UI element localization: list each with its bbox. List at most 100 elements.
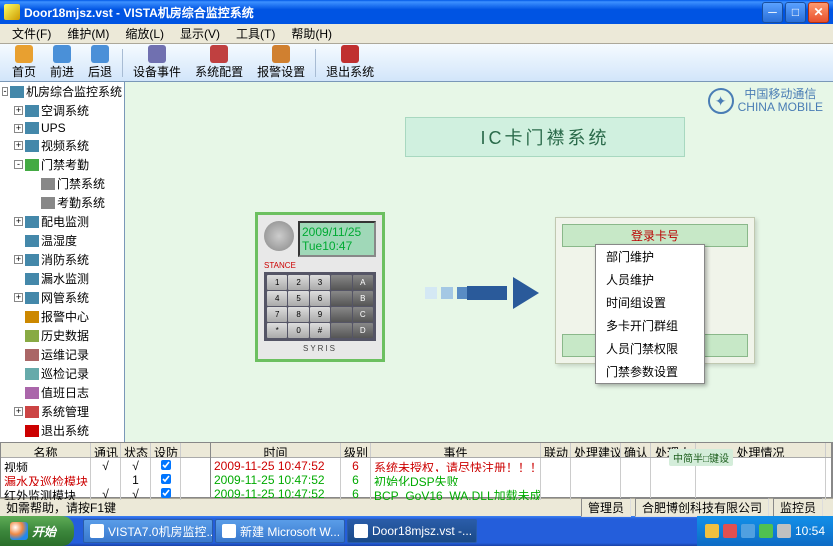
context-menu-item[interactable]: 人员门禁权限 (596, 337, 704, 360)
menubar: 文件(F)维护(M)缩放(L)显示(V)工具(T)帮助(H) (0, 24, 833, 44)
tree-expander[interactable]: + (14, 217, 23, 226)
status-company: 合肥博创科技有限公司 (635, 498, 769, 517)
checkbox[interactable] (161, 488, 171, 498)
tree-item[interactable]: 考勤系统 (0, 193, 124, 212)
table-header: 事件 (371, 443, 541, 457)
arrow-flow (425, 277, 539, 309)
context-menu: 部门维护人员维护时间组设置多卡开门群组人员门禁权限门禁参数设置 (595, 244, 705, 384)
tree-expander[interactable]: - (14, 160, 23, 169)
tree-item[interactable]: 漏水监测 (0, 269, 124, 288)
keypad-key: 0 (288, 323, 308, 338)
keypad-key: A (353, 275, 373, 290)
tree-item[interactable]: +网管系统 (0, 288, 124, 307)
minimize-button[interactable]: ─ (762, 2, 783, 23)
taskbar-button[interactable]: VISTA7.0机房监控... (83, 519, 213, 543)
keypad-key: 5 (288, 291, 308, 306)
tree-expander[interactable]: + (14, 106, 23, 115)
tree-icon (25, 349, 39, 361)
tree-item[interactable]: +UPS (0, 120, 124, 136)
table-row[interactable]: 2009-11-25 10:47:52 6 系统未授权，请尽快注册！！！ (211, 458, 831, 472)
tree-icon (25, 105, 39, 117)
keypad-key: 7 (267, 307, 287, 322)
tray-icon[interactable] (705, 524, 719, 538)
tree-item[interactable]: +视频系统 (0, 136, 124, 155)
toolbar-button[interactable]: 系统配置 (189, 43, 249, 82)
status-watch: 监控员 (773, 498, 823, 517)
tree-expander[interactable]: + (14, 255, 23, 264)
tree-item[interactable]: +系统管理 (0, 402, 124, 421)
close-button[interactable]: ✕ (808, 2, 829, 23)
tree-item[interactable]: 退出系统 (0, 421, 124, 440)
toolbar-button[interactable]: 报警设置 (251, 43, 311, 82)
china-mobile-logo: ✦ 中国移动通信CHINA MOBILE (708, 88, 823, 114)
tray-icon[interactable] (741, 524, 755, 538)
context-menu-item[interactable]: 部门维护 (596, 245, 704, 268)
tree-item[interactable]: +空调系统 (0, 101, 124, 120)
tree-expander[interactable]: + (14, 407, 23, 416)
app-icon (354, 524, 368, 538)
tree-expander[interactable]: + (14, 141, 23, 150)
tree-item[interactable]: 值班日志 (0, 383, 124, 402)
toolbar-button[interactable]: 后退 (82, 43, 118, 82)
checkbox[interactable] (161, 474, 171, 484)
table-row[interactable]: 红外监测模块 √ √ (1, 486, 210, 500)
maximize-button[interactable]: □ (785, 2, 806, 23)
tree-icon (41, 178, 55, 190)
tree-icon (25, 292, 39, 304)
tree-expander[interactable]: + (14, 293, 23, 302)
context-menu-item[interactable]: 时间组设置 (596, 291, 704, 314)
tree-item[interactable]: 温湿度 (0, 231, 124, 250)
menu-item[interactable]: 帮助(H) (283, 23, 340, 44)
tree-item[interactable]: +配电监测 (0, 212, 124, 231)
tree-item[interactable]: 历史数据 (0, 326, 124, 345)
tree-expander[interactable]: + (14, 124, 23, 133)
tree-item[interactable]: -门禁考勤 (0, 155, 124, 174)
taskbar-button[interactable]: 新建 Microsoft W... (215, 519, 345, 543)
checkbox[interactable] (161, 460, 171, 470)
toolbar-button[interactable]: 退出系统 (320, 43, 380, 82)
toolbar-button[interactable]: 前进 (44, 43, 80, 82)
table-row[interactable]: 漏水及巡检模块 1 (1, 472, 210, 486)
context-menu-item[interactable]: 多卡开门群组 (596, 314, 704, 337)
tree-item[interactable]: 运维记录 (0, 345, 124, 364)
keypad-key (331, 291, 351, 306)
toolbar: 首页前进后退设备事件系统配置报警设置退出系统 (0, 44, 833, 82)
table-row[interactable]: 2009-11-25 10:47:52 6 初始化DSP失败 (211, 472, 831, 486)
tree-item[interactable]: 门禁系统 (0, 174, 124, 193)
menu-item[interactable]: 文件(F) (4, 23, 59, 44)
taskbar-button[interactable]: Door18mjsz.vst -... (347, 519, 477, 543)
toolbar-button[interactable]: 设备事件 (127, 43, 187, 82)
tree-expander[interactable]: - (2, 87, 8, 96)
tree-item[interactable]: 报警中心 (0, 307, 124, 326)
tree-icon (25, 273, 39, 285)
menu-item[interactable]: 显示(V) (172, 23, 228, 44)
table-row[interactable]: 视频 √ √ (1, 458, 210, 472)
start-button[interactable]: 开始 (0, 516, 74, 546)
device-brand: STANCE (264, 261, 376, 270)
table-header: 确认 (621, 443, 651, 457)
table-header: 联动 (541, 443, 571, 457)
tray-icon[interactable] (759, 524, 773, 538)
tray-volume-icon[interactable] (777, 524, 791, 538)
menu-item[interactable]: 缩放(L) (117, 23, 172, 44)
page-title: IC卡门襟系统 (405, 117, 685, 157)
tree-item[interactable]: 巡检记录 (0, 364, 124, 383)
toolbar-icon (148, 45, 166, 63)
system-tray[interactable]: 10:54 (697, 516, 833, 546)
toolbar-icon (91, 45, 109, 63)
content-area: ✦ 中国移动通信CHINA MOBILE IC卡门襟系统 2009/11/25 … (125, 82, 833, 442)
keypad-key: 1 (267, 275, 287, 290)
toolbar-button[interactable]: 首页 (6, 43, 42, 82)
context-menu-item[interactable]: 人员维护 (596, 268, 704, 291)
tray-icon[interactable] (723, 524, 737, 538)
menu-item[interactable]: 维护(M) (59, 23, 117, 44)
clock[interactable]: 10:54 (795, 524, 825, 538)
keypad: 123A456B789C*0#D (264, 272, 376, 341)
context-menu-item[interactable]: 门禁参数设置 (596, 360, 704, 383)
tree-item[interactable]: -机房综合监控系统 (0, 82, 124, 101)
menu-item[interactable]: 工具(T) (228, 23, 283, 44)
keypad-key: # (310, 323, 330, 338)
app-icon (90, 524, 104, 538)
ime-indicator[interactable]: 中简半□键设 (669, 449, 733, 466)
tree-item[interactable]: +消防系统 (0, 250, 124, 269)
